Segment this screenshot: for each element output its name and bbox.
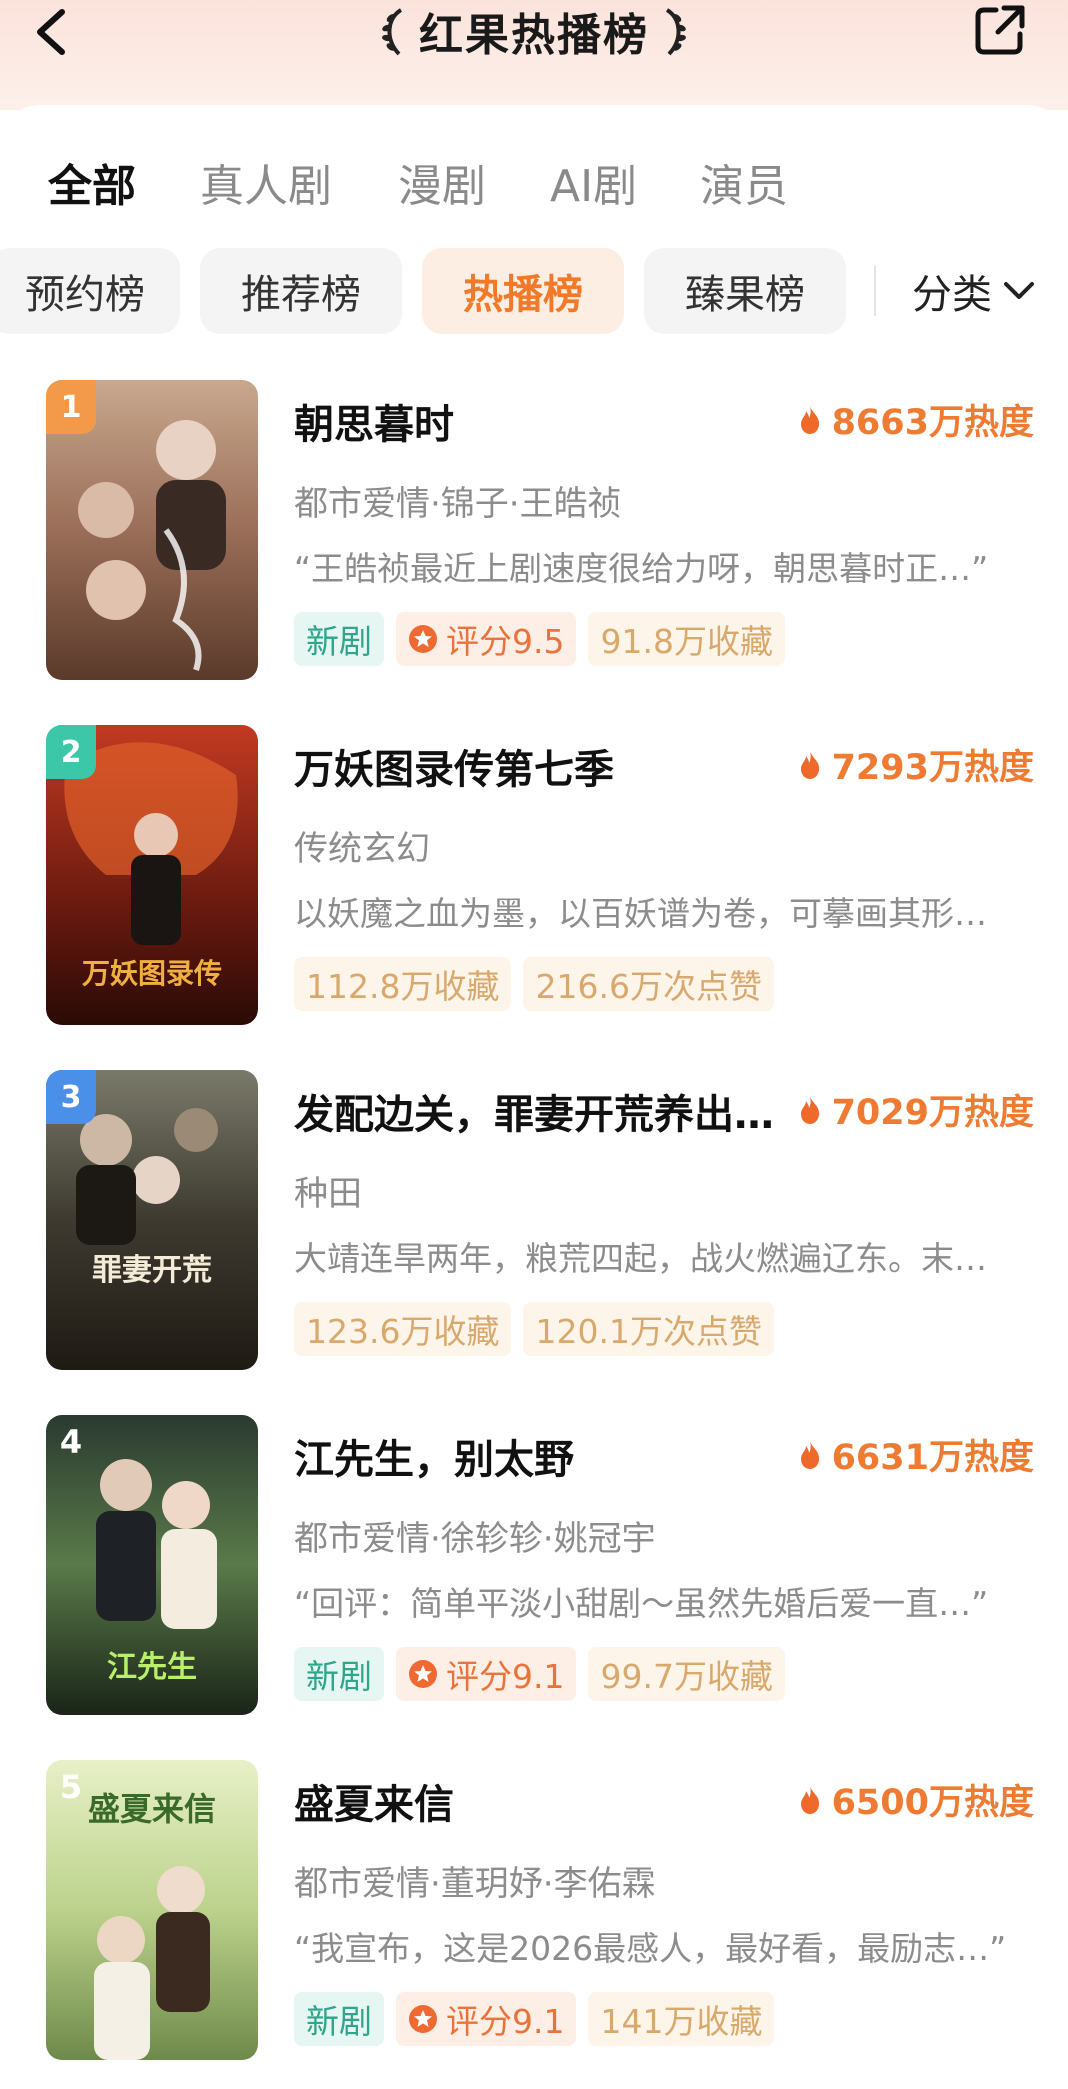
favorites-tag: 112.8万收藏 — [294, 957, 512, 1011]
heat-value: 7029万热度 — [798, 1084, 1034, 1135]
flame-icon — [800, 1095, 819, 1124]
chip-hot[interactable]: 热播榜 — [422, 248, 624, 334]
flame-icon — [800, 1440, 819, 1469]
category-filter-button[interactable]: 分类 — [912, 248, 1036, 334]
heat-text: 7293万热度 — [831, 748, 1034, 788]
cover-image[interactable]: 盛夏来信 5 — [46, 1760, 258, 2060]
heat-text: 8663万热度 — [831, 403, 1034, 443]
rank-badge: 3 — [46, 1070, 96, 1124]
review-snippet: 以妖魔之血为墨，以百妖谱为卷，可摹画其形… — [294, 894, 987, 933]
heat-value: 8663万热度 — [798, 394, 1034, 445]
svg-text:万妖图录传: 万妖图录传 — [82, 957, 222, 990]
tag-row: 112.8万收藏 216.6万次点赞 — [294, 957, 774, 1011]
rating-text: 评分9.5 — [446, 622, 565, 661]
cover-image[interactable]: 罪妻开荒 3 — [46, 1070, 258, 1370]
laurel-left-icon — [382, 8, 403, 56]
page-title: 红果热播榜 — [419, 10, 649, 61]
tab-live-action[interactable]: 真人剧 — [200, 150, 332, 214]
item-info: 江先生，别太野 6631万热度 都市爱情·徐轸轸·姚冠宇 “回评：简单平淡小甜剧… — [294, 1415, 1034, 1715]
genre-cast: 传统玄幻 — [294, 829, 430, 869]
rating-tag: 评分9.5 — [396, 612, 577, 666]
new-tag: 新剧 — [294, 612, 384, 666]
item-info: 发配边关，罪妻开荒养出… 7029万热度 种田 大靖连旱两年，粮荒四起，战火燃遍… — [294, 1070, 1034, 1370]
star-badge-icon — [409, 625, 437, 653]
top-bar: 红果热播榜 — [0, 0, 1068, 105]
favorites-tag: 99.7万收藏 — [588, 1647, 785, 1701]
favorites-tag: 91.8万收藏 — [588, 612, 785, 666]
flame-icon — [800, 405, 819, 434]
genre-cast: 种田 — [294, 1174, 362, 1214]
rating-text: 评分9.1 — [446, 2002, 565, 2041]
drama-title[interactable]: 万妖图录传第七季 — [294, 737, 794, 795]
flame-icon — [800, 750, 819, 779]
heat-text: 6500万热度 — [831, 1783, 1034, 1823]
rank-badge: 4 — [59, 1423, 83, 1461]
tab-comic-drama[interactable]: 漫剧 — [398, 150, 486, 214]
item-info: 盛夏来信 6500万热度 都市爱情·董玥妤·李佑霖 “我宣布，这是2026最感人… — [294, 1760, 1034, 2060]
list-item[interactable]: 江先生 4 江先生，别太野 6631万热度 都市爱情·徐轸轸·姚冠宇 “回评：简… — [0, 1415, 1068, 1715]
likes-tag: 216.6万次点赞 — [523, 957, 774, 1011]
star-badge-icon — [409, 2005, 437, 2033]
type-tabs: 全部 真人剧 漫剧 AI剧 演员 — [0, 150, 1068, 212]
svg-text:江先生: 江先生 — [107, 1650, 197, 1685]
review-snippet: 大靖连旱两年，粮荒四起，战火燃遍辽东。末… — [294, 1239, 987, 1278]
star-badge-icon — [409, 1660, 437, 1688]
heat-value: 7293万热度 — [798, 739, 1034, 790]
tag-row: 123.6万收藏 120.1万次点赞 — [294, 1302, 774, 1356]
heat-text: 6631万热度 — [831, 1438, 1034, 1478]
item-info: 朝思暮时 8663万热度 都市爱情·锦子·王皓祯 “王皓祯最近上剧速度很给力呀，… — [294, 380, 1034, 680]
tag-row: 新剧 评分9.5 91.8万收藏 — [294, 612, 785, 666]
review-snippet: “我宣布，这是2026最感人，最好看，最励志…” — [294, 1929, 1007, 1968]
likes-tag: 120.1万次点赞 — [523, 1302, 774, 1356]
tag-row: 新剧 评分9.1 99.7万收藏 — [294, 1647, 785, 1701]
svg-text:罪妻开荒: 罪妻开荒 — [92, 1253, 212, 1288]
tab-all[interactable]: 全部 — [48, 150, 136, 214]
tag-row: 新剧 评分9.1 141万收藏 — [294, 1992, 775, 2046]
list-item[interactable]: 盛夏来信 5 盛夏来信 6500万热度 都市爱情·董玥妤·李佑霖 “我宣布，这是… — [0, 1760, 1068, 2060]
rank-badge: 1 — [46, 380, 96, 434]
favorites-tag: 123.6万收藏 — [294, 1302, 512, 1356]
ranking-chips: 预约榜 推荐榜 热播榜 臻果榜 分类 — [0, 248, 1068, 334]
title-area: 红果热播榜 — [0, 0, 1068, 62]
rating-text: 评分9.1 — [446, 1657, 565, 1696]
drama-title[interactable]: 发配边关，罪妻开荒养出… — [294, 1082, 794, 1140]
svg-text:盛夏来信: 盛夏来信 — [88, 1790, 216, 1828]
cover-image[interactable]: 江先生 4 — [46, 1415, 258, 1715]
rating-tag: 评分9.1 — [396, 1647, 577, 1701]
rating-tag: 评分9.1 — [396, 1992, 577, 2046]
list-item[interactable]: 罪妻开荒 3 发配边关，罪妻开荒养出… 7029万热度 种田 大靖连旱两年，粮荒… — [0, 1070, 1068, 1370]
genre-cast: 都市爱情·锦子·王皓祯 — [294, 484, 622, 524]
share-icon[interactable] — [972, 2, 1028, 58]
heat-text: 7029万热度 — [831, 1093, 1034, 1133]
chips-divider — [874, 266, 876, 316]
cover-image[interactable]: 1 — [46, 380, 258, 680]
new-tag: 新剧 — [294, 1647, 384, 1701]
review-snippet: “王皓祯最近上剧速度很给力呀，朝思暮时正…” — [294, 549, 989, 588]
chevron-down-icon — [1004, 282, 1034, 299]
flame-icon — [800, 1785, 819, 1814]
new-tag: 新剧 — [294, 1992, 384, 2046]
chip-premium[interactable]: 臻果榜 — [644, 248, 846, 334]
heat-value: 6500万热度 — [798, 1774, 1034, 1825]
genre-cast: 都市爱情·徐轸轸·姚冠宇 — [294, 1519, 656, 1559]
heat-value: 6631万热度 — [798, 1429, 1034, 1480]
rank-badge: 5 — [59, 1768, 83, 1806]
list-item[interactable]: 万妖图录传 2 万妖图录传第七季 7293万热度 传统玄幻 以妖魔之血为墨，以百… — [0, 725, 1068, 1025]
chip-recommend[interactable]: 推荐榜 — [200, 248, 402, 334]
cover-image[interactable]: 万妖图录传 2 — [46, 725, 258, 1025]
tab-ai-drama[interactable]: AI剧 — [550, 150, 637, 214]
chip-reservation[interactable]: 预约榜 — [0, 248, 180, 334]
rank-badge: 2 — [46, 725, 96, 779]
drama-title[interactable]: 盛夏来信 — [294, 1772, 794, 1830]
drama-title[interactable]: 江先生，别太野 — [294, 1427, 794, 1485]
review-snippet: “回评：简单平淡小甜剧～虽然先婚后爱一直…” — [294, 1584, 989, 1623]
laurel-right-icon — [665, 8, 686, 56]
item-info: 万妖图录传第七季 7293万热度 传统玄幻 以妖魔之血为墨，以百妖谱为卷，可摹画… — [294, 725, 1034, 1025]
tab-actors[interactable]: 演员 — [700, 150, 788, 214]
drama-title[interactable]: 朝思暮时 — [294, 392, 794, 450]
category-label: 分类 — [912, 272, 992, 318]
list-item[interactable]: 1 朝思暮时 8663万热度 都市爱情·锦子·王皓祯 “王皓祯最近上剧速度很给力… — [0, 380, 1068, 680]
favorites-tag: 141万收藏 — [588, 1992, 775, 2046]
genre-cast: 都市爱情·董玥妤·李佑霖 — [294, 1864, 656, 1904]
